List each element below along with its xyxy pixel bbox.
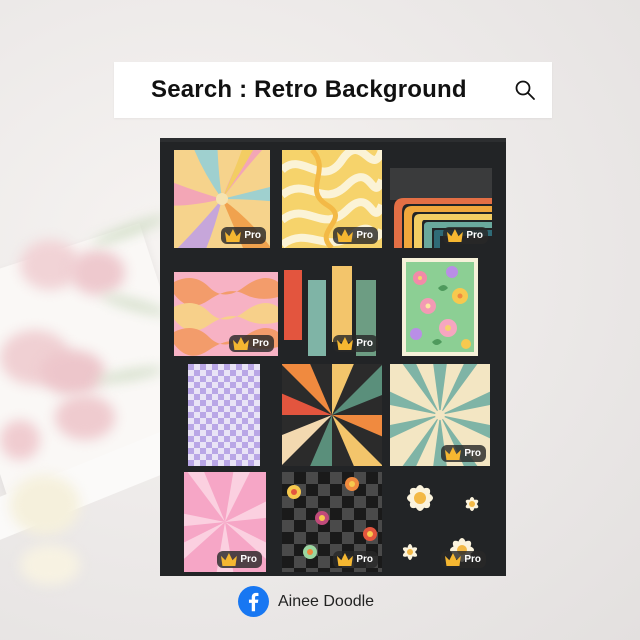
pro-badge-label: Pro [252,338,269,349]
result-tile-floral-green[interactable] [402,258,478,356]
pro-badge: Pro [217,551,262,568]
result-tile-sunburst-dark[interactable] [282,364,382,466]
crown-icon [337,337,354,350]
crown-icon [445,447,462,460]
result-tile-swirl-pastel[interactable]: Pro [174,150,270,248]
pro-badge-label: Pro [240,554,257,565]
result-tile-daisies-dark[interactable]: Pro [390,472,490,572]
pro-badge: Pro [333,551,378,568]
result-tile-sunburst-pink[interactable]: Pro [184,472,266,572]
pro-badge: Pro [333,335,378,352]
result-tile-stripes-curve[interactable]: Pro [390,168,492,248]
flower-decoration [10,475,80,535]
flower-decoration [55,395,115,440]
pro-badge-label: Pro [464,554,481,565]
crown-icon [337,229,354,242]
result-tile-waves-pink[interactable]: Pro [174,272,278,356]
pro-badge-label: Pro [356,554,373,565]
flower-decoration [20,545,80,585]
crown-icon [445,553,462,566]
pro-badge-label: Pro [356,230,373,241]
pro-badge: Pro [229,335,274,352]
results-grid: Pro Pro Pro Pro Pro Pro Pro Pro Pro [160,138,506,576]
search-query-text: Search : Retro Background [151,76,467,103]
floral-green-artwork [402,258,478,356]
result-tile-swirl-yellow[interactable]: Pro [282,150,382,248]
result-tile-columns[interactable]: Pro [282,266,382,356]
search-icon[interactable] [514,79,536,101]
crown-icon [225,229,242,242]
pro-badge-label: Pro [464,448,481,459]
pro-badge: Pro [221,227,266,244]
pro-badge-label: Pro [466,230,483,241]
result-tile-checker-daisies[interactable]: Pro [282,472,382,572]
author-name: Ainee Doodle [278,592,375,610]
search-bar[interactable]: Search : Retro Background [114,62,552,118]
pro-badge: Pro [441,445,486,462]
pro-badge-label: Pro [244,230,261,241]
pro-badge: Pro [333,227,378,244]
facebook-icon[interactable] [238,586,269,617]
crown-icon [337,553,354,566]
panel-top-strip [160,138,506,142]
checker-lilac-artwork [188,364,260,466]
crown-icon [221,553,238,566]
crown-icon [447,229,464,242]
result-tile-checker-lilac[interactable] [188,364,260,466]
flower-decoration [40,350,105,395]
author-credit[interactable]: Ainee Doodle [238,586,374,617]
pro-badge: Pro [441,551,486,568]
crown-icon [233,337,250,350]
result-tile-sunburst-cream[interactable]: Pro [390,364,490,466]
flower-decoration [0,420,40,460]
pro-badge: Pro [443,227,488,244]
sunburst-dark-artwork [282,364,382,466]
pro-badge-label: Pro [356,338,373,349]
flower-decoration [70,250,125,295]
